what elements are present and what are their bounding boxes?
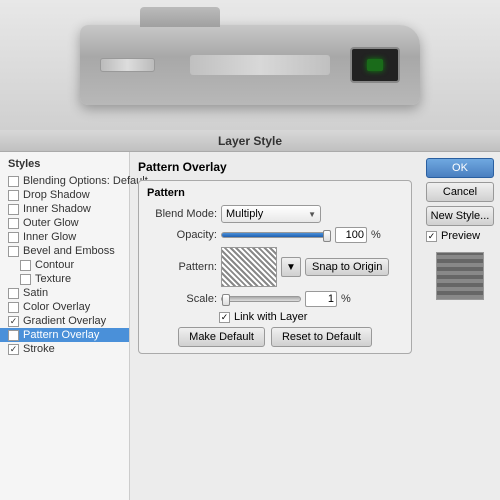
viewfinder-inner <box>367 59 383 71</box>
ok-button[interactable]: OK <box>426 158 494 178</box>
camera-lens-area <box>190 55 330 75</box>
subsection-title: Pattern <box>147 187 403 199</box>
blend-mode-label: Blend Mode: <box>147 208 217 220</box>
sidebar-label-inner-glow: Inner Glow <box>23 231 76 243</box>
pattern-row: Pattern: ▼ Snap to Origin <box>147 247 403 287</box>
dialog-content: Styles Blending Options: DefaultDrop Sha… <box>0 152 500 500</box>
dialog-title: Layer Style <box>218 134 282 148</box>
sidebar-checkbox-drop-shadow[interactable] <box>8 190 19 201</box>
opacity-label: Opacity: <box>147 229 217 241</box>
new-style-button[interactable]: New Style... <box>426 206 494 226</box>
sidebar-item-color-overlay[interactable]: Color Overlay <box>0 300 129 314</box>
sidebar-checkbox-outer-glow[interactable] <box>8 218 19 229</box>
sidebar-item-inner-glow[interactable]: Inner Glow <box>0 230 129 244</box>
sidebar-checkbox-stroke[interactable]: ✓ <box>8 344 19 355</box>
blend-mode-row: Blend Mode: Multiply ▼ <box>147 205 403 223</box>
sidebar-label-satin: Satin <box>23 287 48 299</box>
link-layer-row: ✓ Link with Layer <box>219 311 403 323</box>
opacity-slider[interactable] <box>221 232 331 238</box>
sidebar-item-blending-options[interactable]: Blending Options: Default <box>0 174 129 188</box>
scale-row: Scale: % <box>147 291 403 307</box>
sidebar-label-inner-shadow: Inner Shadow <box>23 203 91 215</box>
cancel-button[interactable]: Cancel <box>426 182 494 202</box>
sidebar-item-texture[interactable]: Texture <box>0 272 129 286</box>
sidebar-label-color-overlay: Color Overlay <box>23 301 90 313</box>
sidebar-checkbox-satin[interactable] <box>8 288 19 299</box>
camera-top-bump <box>140 7 220 27</box>
camera-flash <box>100 58 155 72</box>
camera-body <box>80 25 420 105</box>
sidebar-item-inner-shadow[interactable]: Inner Shadow <box>0 202 129 216</box>
opacity-input[interactable] <box>335 227 367 243</box>
scale-label: Scale: <box>147 293 217 305</box>
sidebar-label-gradient-overlay: Gradient Overlay <box>23 315 106 327</box>
pattern-area: ▼ Snap to Origin <box>221 247 389 287</box>
sidebar-item-contour[interactable]: Contour <box>0 258 129 272</box>
bottom-buttons: Make Default Reset to Default <box>147 327 403 347</box>
dialog-titlebar: Layer Style <box>0 130 500 152</box>
sidebar-label-drop-shadow: Drop Shadow <box>23 189 90 201</box>
sidebar-label-outer-glow: Outer Glow <box>23 217 79 229</box>
scale-input[interactable] <box>305 291 337 307</box>
pattern-section-box: Pattern Blend Mode: Multiply ▼ Opacity: <box>138 180 412 354</box>
scale-slider[interactable] <box>221 296 301 302</box>
sidebar-label-bevel-emboss: Bevel and Emboss <box>23 245 115 257</box>
preview-swatch <box>436 252 484 300</box>
sidebar-checkbox-gradient-overlay[interactable]: ✓ <box>8 316 19 327</box>
sidebar-item-drop-shadow[interactable]: Drop Shadow <box>0 188 129 202</box>
sidebar-checkbox-texture[interactable] <box>20 274 31 285</box>
link-layer-label: Link with Layer <box>234 311 307 323</box>
sidebar: Styles Blending Options: DefaultDrop Sha… <box>0 152 130 500</box>
opacity-percent: % <box>371 229 381 241</box>
blend-mode-select[interactable]: Multiply ▼ <box>221 205 321 223</box>
sidebar-item-outer-glow[interactable]: Outer Glow <box>0 216 129 230</box>
link-layer-checkbox[interactable]: ✓ <box>219 312 230 323</box>
sidebar-checkbox-contour[interactable] <box>20 260 31 271</box>
sidebar-checkbox-inner-glow[interactable] <box>8 232 19 243</box>
main-content: Pattern Overlay Pattern Blend Mode: Mult… <box>130 152 420 500</box>
sidebar-item-satin[interactable]: Satin <box>0 286 129 300</box>
sidebar-item-gradient-overlay[interactable]: ✓ Gradient Overlay <box>0 314 129 328</box>
layer-style-dialog: Layer Style Styles Blending Options: Def… <box>0 130 500 500</box>
sidebar-item-pattern-overlay[interactable]: ✓ Pattern Overlay <box>0 328 129 342</box>
sidebar-label-texture: Texture <box>35 273 71 285</box>
sidebar-checkbox-pattern-overlay[interactable]: ✓ <box>8 330 19 341</box>
pattern-label: Pattern: <box>147 261 217 273</box>
reset-to-default-button[interactable]: Reset to Default <box>271 327 372 347</box>
sidebar-checkbox-blending-options[interactable] <box>8 176 19 187</box>
scale-percent: % <box>341 293 351 305</box>
section-title: Pattern Overlay <box>138 160 412 174</box>
make-default-button[interactable]: Make Default <box>178 327 265 347</box>
sidebar-header: Styles <box>0 156 129 174</box>
preview-label: Preview <box>441 230 480 242</box>
blend-mode-value: Multiply <box>226 208 263 220</box>
opacity-row: Opacity: % <box>147 227 403 243</box>
right-panel: OK Cancel New Style... ✓ Preview <box>420 152 500 500</box>
snap-to-origin-button[interactable]: Snap to Origin <box>305 258 389 276</box>
sidebar-label-pattern-overlay: Pattern Overlay <box>23 329 99 341</box>
sidebar-checkbox-color-overlay[interactable] <box>8 302 19 313</box>
blend-mode-arrow-icon: ▼ <box>308 210 316 219</box>
preview-row: ✓ Preview <box>426 230 494 242</box>
camera-viewfinder <box>350 47 400 83</box>
sidebar-checkbox-inner-shadow[interactable] <box>8 204 19 215</box>
sidebar-item-stroke[interactable]: ✓ Stroke <box>0 342 129 356</box>
camera-preview <box>0 0 500 130</box>
sidebar-item-bevel-emboss[interactable]: Bevel and Emboss <box>0 244 129 258</box>
sidebar-checkbox-bevel-emboss[interactable] <box>8 246 19 257</box>
sidebar-label-contour: Contour <box>35 259 74 271</box>
pattern-swatch[interactable] <box>221 247 277 287</box>
sidebar-label-stroke: Stroke <box>23 343 55 355</box>
preview-checkbox[interactable]: ✓ <box>426 231 437 242</box>
pattern-picker-btn[interactable]: ▼ <box>281 257 301 277</box>
